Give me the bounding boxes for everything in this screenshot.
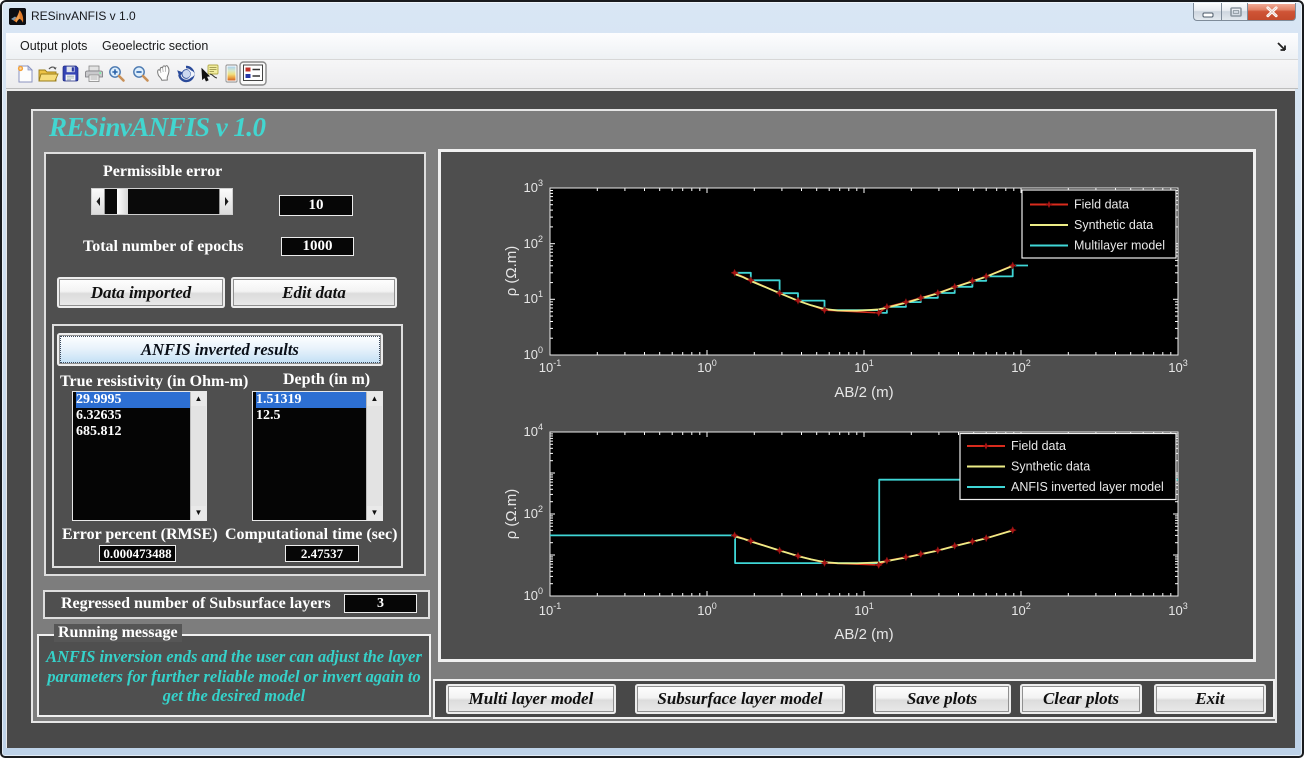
svg-text:100: 100 (697, 601, 716, 618)
svg-text:ρ (Ω.m): ρ (Ω.m) (503, 489, 520, 540)
svg-text:10-1: 10-1 (539, 601, 561, 618)
svg-text:10-1: 10-1 (539, 358, 561, 375)
svg-text:AB/2 (m): AB/2 (m) (834, 626, 893, 643)
svg-text:Multilayer model: Multilayer model (1074, 239, 1165, 253)
svg-text:100: 100 (697, 358, 716, 375)
svg-text:103: 103 (1168, 358, 1187, 375)
svg-text:101: 101 (854, 358, 873, 375)
svg-text:Field data: Field data (1074, 198, 1129, 212)
svg-text:102: 102 (1011, 358, 1030, 375)
svg-text:102: 102 (1011, 601, 1030, 618)
svg-text:Synthetic data: Synthetic data (1011, 460, 1090, 474)
svg-text:103: 103 (524, 178, 543, 195)
svg-text:102: 102 (524, 234, 543, 251)
svg-text:101: 101 (854, 601, 873, 618)
svg-text:Synthetic data: Synthetic data (1074, 218, 1153, 232)
svg-text:Field data: Field data (1011, 439, 1066, 453)
svg-text:103: 103 (1168, 601, 1187, 618)
svg-text:100: 100 (524, 586, 543, 603)
svg-text:104: 104 (524, 422, 543, 439)
svg-text:102: 102 (524, 504, 543, 521)
svg-text:AB/2 (m): AB/2 (m) (834, 384, 893, 401)
svg-text:101: 101 (524, 289, 543, 306)
svg-text:ANFIS inverted layer model: ANFIS inverted layer model (1011, 480, 1164, 494)
svg-text:ρ (Ω.m): ρ (Ω.m) (503, 246, 520, 297)
